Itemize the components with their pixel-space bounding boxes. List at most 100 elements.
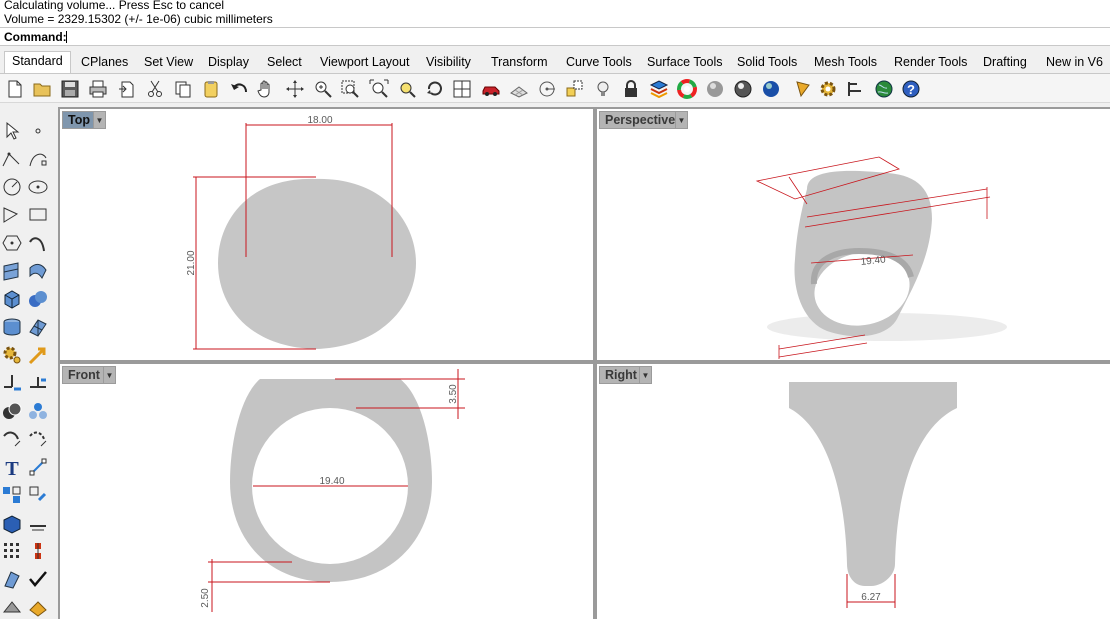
gear-options-icon[interactable] [817, 78, 839, 100]
explode-icon[interactable] [0, 371, 24, 395]
text-icon[interactable]: T [0, 455, 24, 479]
open-folder-icon[interactable] [31, 78, 53, 100]
group-icon[interactable] [26, 483, 50, 507]
copy-icon[interactable] [172, 78, 194, 100]
mesh-icon[interactable] [26, 315, 50, 339]
curve-icon[interactable] [26, 147, 50, 171]
arrow-tools-icon[interactable] [26, 343, 50, 367]
dimension-icon[interactable] [26, 455, 50, 479]
cone-light-icon[interactable] [792, 78, 814, 100]
circle-icon[interactable] [0, 175, 24, 199]
arc-icon[interactable] [0, 203, 24, 227]
solid-spheres-icon[interactable] [26, 287, 50, 311]
zoom-window-icon[interactable] [339, 78, 361, 100]
viewport-front[interactable]: 3.50 19.40 2.50 Front ▼ [60, 364, 593, 619]
light-bulb-icon[interactable] [592, 78, 614, 100]
paste-icon[interactable] [200, 78, 222, 100]
loft-icon[interactable] [26, 259, 50, 283]
gear-tools-icon[interactable] [0, 343, 24, 367]
rotate-icon[interactable] [0, 427, 24, 451]
dimension-label: 2.50 [200, 588, 211, 608]
polygon-icon[interactable] [0, 231, 24, 255]
cut-icon[interactable] [144, 78, 166, 100]
viewport-perspective[interactable]: 19.40 Perspective ▼ [597, 109, 1110, 360]
tab-solid-tools[interactable]: Solid Tools [730, 53, 804, 73]
command-history-line: Calculating volume... Press Esc to cance… [4, 0, 225, 12]
viewport-right[interactable]: 6.27 Right ▼ [597, 364, 1110, 619]
block-icon[interactable] [0, 567, 24, 591]
tab-new-in-v6[interactable]: New in V6 [1039, 53, 1110, 73]
tab-standard[interactable]: Standard [4, 51, 71, 73]
render-icon[interactable] [0, 595, 24, 619]
rotate-camera-icon[interactable] [424, 78, 446, 100]
save-icon[interactable] [59, 78, 81, 100]
select-arrow-icon[interactable] [0, 119, 24, 143]
material-icon[interactable] [26, 595, 50, 619]
freeform-curve-icon[interactable] [26, 231, 50, 255]
rotate-view-icon[interactable] [284, 78, 306, 100]
rendered-sphere-icon[interactable] [732, 78, 754, 100]
tab-curve-tools[interactable]: Curve Tools [559, 53, 639, 73]
viewport-title[interactable]: Right [599, 366, 643, 384]
viewport-title[interactable]: Perspective [599, 111, 682, 129]
rectangle-icon[interactable] [26, 203, 50, 227]
point-icon[interactable] [26, 119, 50, 143]
cylinder-icon[interactable] [0, 315, 24, 339]
box-icon[interactable] [0, 287, 24, 311]
new-file-icon[interactable] [4, 78, 26, 100]
tab-viewport-layout[interactable]: Viewport Layout [313, 53, 416, 73]
viewport-layout-icon[interactable] [451, 78, 473, 100]
chevron-down-icon[interactable]: ▼ [639, 366, 652, 384]
tab-cplanes[interactable]: CPlanes [74, 53, 135, 73]
array-icon[interactable] [0, 483, 24, 507]
tab-render-tools[interactable]: Render Tools [887, 53, 974, 73]
zoom-selected-icon[interactable] [396, 78, 418, 100]
color-wheel-icon[interactable] [676, 78, 698, 100]
help-icon[interactable]: ? [900, 78, 922, 100]
layer-icon[interactable] [648, 78, 670, 100]
chevron-down-icon[interactable]: ▼ [93, 111, 106, 129]
lock-icon[interactable] [620, 78, 642, 100]
ellipse-icon[interactable] [26, 175, 50, 199]
zoom-icon[interactable] [312, 78, 334, 100]
import-icon[interactable] [116, 78, 138, 100]
gumball-icon[interactable] [26, 539, 50, 563]
align-icon[interactable] [845, 78, 867, 100]
check-icon[interactable] [26, 567, 50, 591]
flatten-icon[interactable] [26, 511, 50, 535]
tab-transform[interactable]: Transform [484, 53, 555, 73]
undo-icon[interactable] [228, 78, 250, 100]
shaded-sphere-icon[interactable] [704, 78, 726, 100]
chevron-down-icon[interactable]: ▼ [675, 111, 688, 129]
print-icon[interactable] [87, 78, 109, 100]
viewport-title[interactable]: Front [62, 366, 106, 384]
box-solid-icon[interactable] [0, 511, 24, 535]
boolean-icon[interactable] [0, 399, 24, 423]
tab-surface-tools[interactable]: Surface Tools [640, 53, 730, 73]
cplane-icon[interactable] [536, 78, 558, 100]
top-view-scene: 18.00 21.00 [186, 115, 416, 350]
globe-icon[interactable] [873, 78, 895, 100]
blue-sphere-icon[interactable] [760, 78, 782, 100]
viewport-top[interactable]: 18.00 21.00 Top ▼ [60, 109, 593, 360]
analysis-icon[interactable] [26, 399, 50, 423]
surface-icon[interactable] [0, 259, 24, 283]
viewport-title[interactable]: Top [62, 111, 96, 129]
car-render-icon[interactable] [480, 78, 502, 100]
grid-array-icon[interactable] [0, 539, 24, 563]
scale-icon[interactable] [26, 427, 50, 451]
tab-visibility[interactable]: Visibility [419, 53, 478, 73]
tab-drafting[interactable]: Drafting [976, 53, 1034, 73]
grid-plane-icon[interactable] [508, 78, 530, 100]
tab-display[interactable]: Display [201, 53, 256, 73]
tab-mesh-tools[interactable]: Mesh Tools [807, 53, 884, 73]
tab-set-view[interactable]: Set View [137, 53, 200, 73]
pan-hand-icon[interactable] [255, 78, 277, 100]
trim-icon[interactable] [26, 371, 50, 395]
transform-icon[interactable] [564, 78, 586, 100]
zoom-extents-icon[interactable] [368, 78, 390, 100]
polyline-icon[interactable] [0, 147, 24, 171]
chevron-down-icon[interactable]: ▼ [103, 366, 116, 384]
tab-select[interactable]: Select [260, 53, 309, 73]
command-input[interactable] [65, 29, 1105, 45]
